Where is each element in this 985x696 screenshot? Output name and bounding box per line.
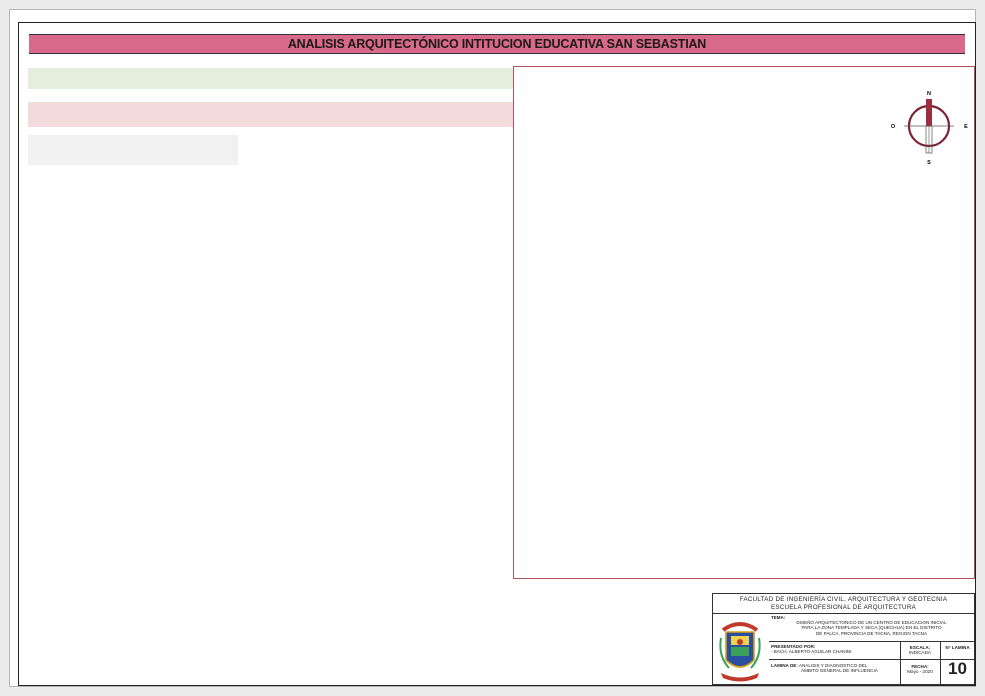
escala-value: INDICADA [909,650,931,656]
lamina-row: LAMINA DE: ANALISIS Y DIAGNOSTICO DEL AM… [769,660,974,684]
map-panel: N S E O [513,66,975,579]
compass-rose-icon: N S E O [891,91,968,166]
tema-line-3: DE PALCA, PROVINCIA DE TACNA, REGION TAC… [815,630,928,636]
lamina-de-line-2: AMBITO GENERAL DE INFLUENCIA [801,668,878,674]
tema-section: TEMA: DISEÑO ARQUITECTONICO DE UN CENTRO… [769,615,974,642]
university-crest-icon [719,622,761,682]
compass-east-label: E [964,124,968,130]
green-band [28,68,513,89]
fecha-value: Mayo - 2020 [907,669,933,675]
gray-band [28,135,238,165]
compass-west-label: O [891,124,896,130]
lamina-number: 10 [948,659,967,678]
divider [900,642,901,684]
pink-band [28,102,513,127]
drawing-frame: ANALISIS ARQUITECTÓNICO INTITUCION EDUCA… [18,22,976,686]
compass-south-label: S [927,160,931,166]
title-bar: ANALISIS ARQUITECTÓNICO INTITUCION EDUCA… [29,34,965,54]
faculty-name: FACULTAD DE INGENIERÍA CIVIL, ARQUITECTU… [739,596,948,603]
lamina-de-label: LAMINA DE: [771,663,798,668]
page-title: ANALISIS ARQUITECTÓNICO INTITUCION EDUCA… [287,37,707,51]
title-block: FACULTAD DE INGENIERÍA CIVIL, ARQUITECTU… [712,593,975,685]
school-name: ESCUELA PROFESIONAL DE ARQUITECTURA [770,604,917,611]
title-block-header: FACULTAD DE INGENIERÍA CIVIL, ARQUITECTU… [713,594,974,614]
compass-north-label: N [927,91,931,97]
presentado-row: PRESENTADO POR: - BACH. ALBERTO AGUILAR … [769,642,974,660]
presentado-value: - BACH. ALBERTO AGUILAR CHANINI [771,649,852,655]
divider [940,642,941,684]
lamina-number-label: N° LAMINA [945,645,970,650]
